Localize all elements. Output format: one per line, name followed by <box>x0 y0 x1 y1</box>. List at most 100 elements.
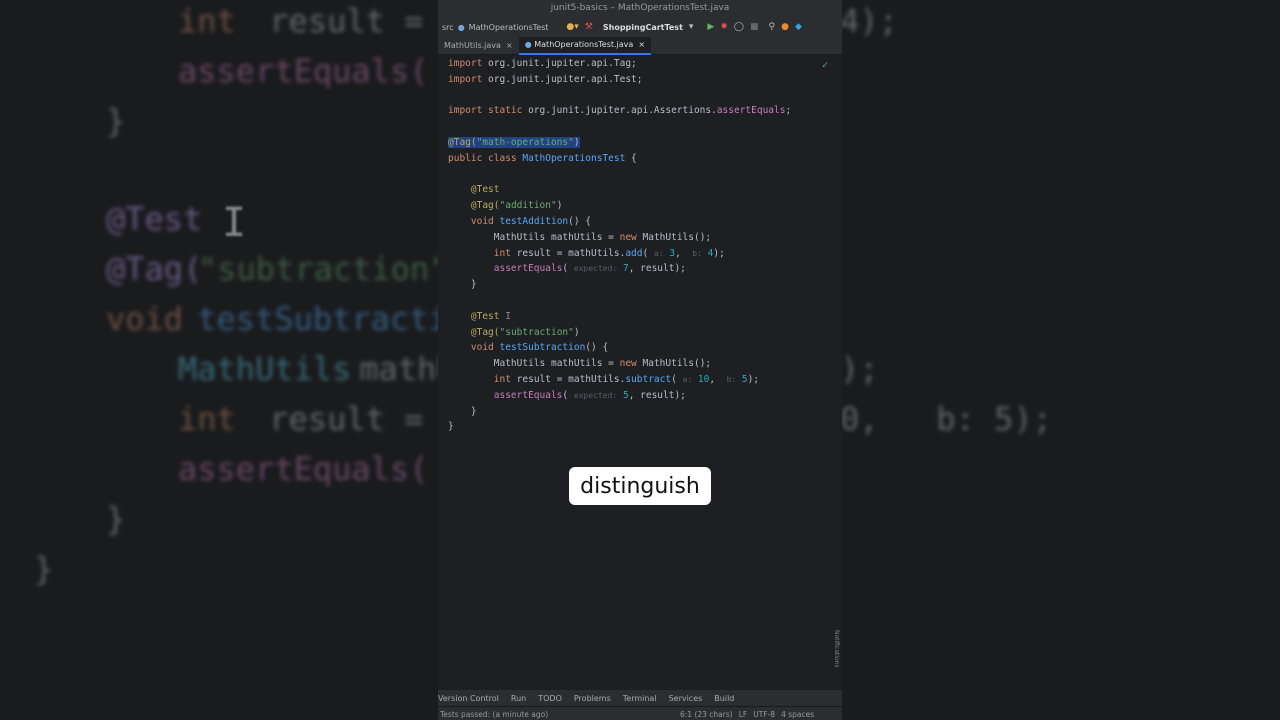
code-line: @Tag("addition") <box>448 198 838 214</box>
close-icon[interactable]: × <box>636 40 645 49</box>
code-line: @Tag("math-operations") <box>448 135 838 151</box>
bg-brace-2: } <box>106 500 126 538</box>
bg-brace-3: } <box>34 550 54 588</box>
bg-assert-1: assertEquals( <box>178 52 429 90</box>
param-hint: a: <box>653 248 664 258</box>
caret-position[interactable]: 6:1 (23 chars) <box>680 710 733 719</box>
type-name: MathUtils <box>493 231 546 243</box>
keyword: void <box>470 215 494 227</box>
tool-terminal[interactable]: Terminal <box>623 694 657 703</box>
bg-r-3: 0, b: 5); <box>840 400 1052 438</box>
bg-int-1: int <box>178 2 236 40</box>
keyword: new <box>619 358 637 370</box>
status-bar: Tests passed: (a minute ago) 6:1 (23 cha… <box>438 706 842 720</box>
code-line: MathUtils mathUtils = new MathUtils(); <box>448 230 838 246</box>
breadcrumb-file[interactable]: MathOperationsTest <box>469 23 549 32</box>
param-hint: expected: <box>573 390 618 400</box>
tab-mathutils[interactable]: MathUtils.java × <box>438 38 519 54</box>
code-line: } <box>448 419 838 435</box>
param-hint: b: <box>692 248 702 258</box>
code-line: int result = mathUtils.add( a: 3, b: 4); <box>448 246 838 262</box>
code-text: , result); <box>628 263 686 275</box>
bg-result-1: result = ma <box>269 2 424 40</box>
code-line: assertEquals( expected: 7, result); <box>448 261 838 277</box>
bg-sub: "subtraction" <box>198 250 440 288</box>
main-toolbar: src ● MathOperationsTest ●▾ ⚒ ShoppingCa… <box>438 16 842 38</box>
bg-r-2: ); <box>840 350 879 388</box>
indent-setting[interactable]: 4 spaces <box>781 710 814 719</box>
keyword: import <box>448 58 483 69</box>
status-message[interactable]: Tests passed: (a minute ago) <box>440 710 640 719</box>
update-icon[interactable]: ● <box>781 22 789 32</box>
code-text: ( <box>642 247 649 259</box>
code-text: { <box>625 152 637 164</box>
keyword: int <box>493 247 511 259</box>
code-text: ) <box>573 326 580 338</box>
method-name: testAddition <box>493 215 569 227</box>
tool-window-bar: Version Control Run TODO Problems Termin… <box>438 690 842 706</box>
code-text: org.junit.jupiter.api.Assertions. <box>522 105 717 117</box>
tool-run[interactable]: Run <box>511 694 526 703</box>
bg-assert-2: assertEquals( <box>178 450 429 488</box>
debug-icon[interactable]: ✸ <box>720 22 728 32</box>
code-text: ( <box>671 373 677 385</box>
code-text: ); <box>713 247 725 259</box>
breadcrumb-src[interactable]: src <box>442 23 454 32</box>
number-literal: 4 <box>701 247 714 259</box>
code-text: result = mathUtils. <box>510 373 626 385</box>
line-separator[interactable]: LF <box>739 710 748 719</box>
annotation: @Test <box>470 310 500 322</box>
method-name: add <box>625 247 643 259</box>
tool-build[interactable]: Build <box>714 694 734 703</box>
code-line: public class MathOperationsTest { <box>448 151 838 167</box>
code-text: org.junit.jupiter.api.Tag; <box>482 58 637 69</box>
number-literal: 3 <box>663 247 676 259</box>
close-icon[interactable]: × <box>503 41 513 50</box>
keyword: public class <box>448 152 517 164</box>
code-text: } <box>470 405 477 417</box>
code-text: mathUtils = <box>545 358 620 370</box>
bg-math: mathU <box>359 350 440 388</box>
code-line: import org.junit.jupiter.api.Tag; <box>448 56 838 72</box>
keyword: import static <box>448 105 523 117</box>
code-text: ; <box>785 105 792 117</box>
tool-todo[interactable]: TODO <box>538 694 562 703</box>
keyword: import <box>448 73 483 85</box>
method-name: assertEquals <box>716 105 786 117</box>
keyword: int <box>493 373 511 385</box>
tab-label: MathUtils.java <box>444 41 501 50</box>
code-line: @Tag("subtraction") <box>448 325 838 341</box>
code-text: MathUtils <box>636 231 694 243</box>
notifications-panel-toggle[interactable]: Notifications <box>832 630 840 668</box>
file-encoding[interactable]: UTF-8 <box>753 710 775 719</box>
code-text: () { <box>568 215 592 227</box>
code-editor[interactable]: import org.junit.jupiter.api.Tag; import… <box>448 56 838 435</box>
code-text: } <box>470 279 477 291</box>
string-literal: "math-operations" <box>476 136 574 148</box>
code-text: MathUtils <box>636 358 694 370</box>
bg-brace-1: } <box>106 102 126 140</box>
tool-services[interactable]: Services <box>669 694 703 703</box>
param-hint: b: <box>726 374 737 384</box>
chevron-down-icon[interactable]: ▾ <box>689 22 694 32</box>
plugin-icon[interactable]: ◆ <box>795 22 802 32</box>
ide-window: junit5-basics – MathOperationsTest.java … <box>438 0 842 720</box>
background-right: 4); ); 0, b: 5); <box>840 0 1280 720</box>
tool-problems[interactable]: Problems <box>574 694 611 703</box>
class-name: MathOperationsTest <box>516 152 626 164</box>
users-icon[interactable]: ●▾ <box>566 22 578 32</box>
run-icon[interactable]: ▶ <box>707 22 714 32</box>
code-text: result = mathUtils. <box>510 247 626 259</box>
run-config-select[interactable]: ShoppingCartTest <box>603 23 683 32</box>
hammer-icon[interactable]: ⚒ <box>585 22 593 32</box>
annotation: @Tag( <box>470 326 500 338</box>
search-icon[interactable]: ⚲ <box>768 22 775 32</box>
coverage-icon[interactable]: ◯ <box>734 22 744 32</box>
stop-icon[interactable]: ■ <box>750 22 759 32</box>
tool-version-control[interactable]: Version Control <box>438 694 499 703</box>
annotation: @Test <box>470 184 500 196</box>
tab-mathoperationstest[interactable]: ● MathOperationsTest.java × <box>518 37 652 55</box>
code-line: void testAddition() { <box>448 214 838 230</box>
text-cursor-icon: I <box>222 200 247 246</box>
